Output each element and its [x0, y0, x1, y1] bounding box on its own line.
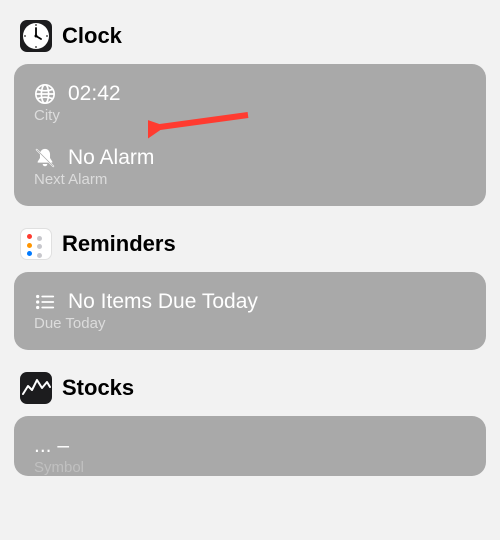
reminders-section-header: Reminders [14, 228, 486, 260]
stocks-section-header: Stocks [14, 372, 486, 404]
globe-icon [34, 83, 56, 105]
stocks-symbol-label: Symbol [34, 459, 466, 476]
stocks-symbol-item[interactable]: ... – Symbol [34, 434, 466, 476]
due-today-value: No Items Due Today [68, 290, 258, 314]
clock-icon [20, 20, 52, 52]
clock-section-header: Clock [14, 20, 486, 52]
reminders-widget-card[interactable]: No Items Due Today Due Today [14, 272, 486, 350]
reminders-icon [27, 234, 45, 254]
reminders-title: Reminders [62, 231, 176, 257]
stocks-app-icon [20, 372, 52, 404]
due-today-label: Due Today [34, 315, 466, 332]
clock-time-label: City [34, 107, 466, 124]
list-icon [34, 291, 56, 313]
alarm-value: No Alarm [68, 146, 154, 170]
stocks-title: Stocks [62, 375, 134, 401]
stocks-icon [20, 372, 52, 404]
world-clock-item[interactable]: 02:42 City [34, 82, 466, 124]
bell-slash-icon [34, 147, 56, 169]
alarm-label: Next Alarm [34, 171, 466, 188]
alarm-item[interactable]: No Alarm Next Alarm [34, 146, 466, 188]
reminders-app-icon [20, 228, 52, 260]
clock-app-icon [20, 20, 52, 52]
clock-time-value: 02:42 [68, 82, 121, 106]
due-today-item[interactable]: No Items Due Today Due Today [34, 290, 466, 332]
clock-widget-card[interactable]: 02:42 City No Alarm Next Alarm [14, 64, 486, 206]
clock-title: Clock [62, 23, 122, 49]
stocks-symbol-value: ... – [34, 434, 69, 458]
stocks-widget-card[interactable]: ... – Symbol [14, 416, 486, 476]
